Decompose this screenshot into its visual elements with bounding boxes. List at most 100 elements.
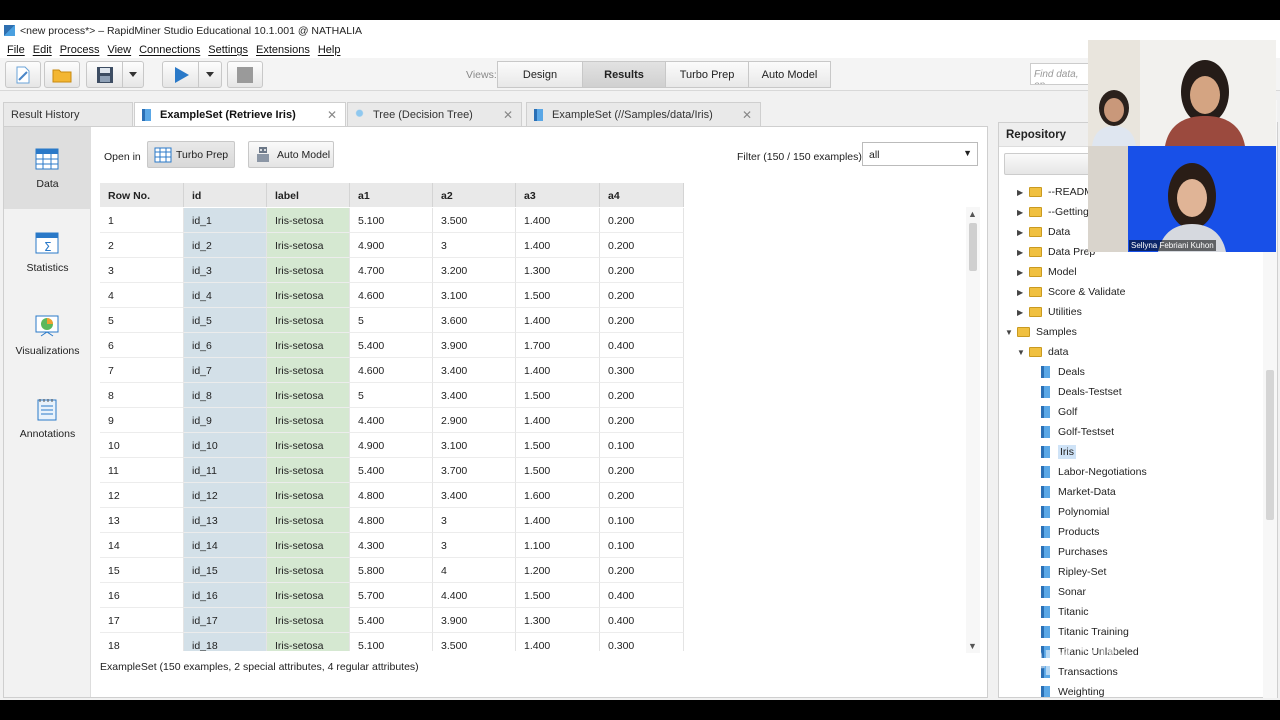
table-cell: id_3 xyxy=(184,258,267,283)
nav-annotations[interactable]: Annotations xyxy=(4,377,91,459)
table-row[interactable]: 6 id_6 Iris-setosa 5.400 3.900 1.700 0.400 xyxy=(100,333,684,358)
repo-folder[interactable]: ▼ Samples xyxy=(1005,323,1077,341)
repo-dataset[interactable]: Iris xyxy=(1041,443,1076,461)
repo-dataset[interactable]: Polynomial xyxy=(1041,503,1109,521)
save-button[interactable] xyxy=(86,61,122,88)
tab-exampleset-retrieve-iris[interactable]: ExampleSet (Retrieve Iris) ✕ xyxy=(134,102,346,127)
run-dropdown-button[interactable] xyxy=(198,61,222,88)
table-row[interactable]: 16 id_16 Iris-setosa 5.700 4.400 1.500 0.400 xyxy=(100,583,684,608)
table-row[interactable]: 5 id_5 Iris-setosa 5 3.600 1.400 0.200 xyxy=(100,308,684,333)
collapsed-arrow-icon[interactable]: ▶ xyxy=(1017,308,1029,317)
folder-icon xyxy=(1029,227,1042,237)
table-row[interactable]: 1 id_1 Iris-setosa 5.100 3.500 1.400 0.200 xyxy=(100,208,684,233)
menu-settings[interactable]: Settings xyxy=(204,44,252,56)
tab-exampleset-samples-iris[interactable]: ExampleSet (//Samples/data/Iris) ✕ xyxy=(526,102,761,127)
data-table[interactable]: Row No. id label a1 a2 a3 a4 1 id_1 Iris-setosa 5.… xyxy=(100,183,684,651)
menu-help[interactable]: Help xyxy=(314,44,345,56)
filter-select[interactable]: all ▼ xyxy=(862,142,978,166)
collapsed-arrow-icon[interactable]: ▶ xyxy=(1017,248,1029,257)
repo-dataset[interactable]: Purchases xyxy=(1041,543,1108,561)
collapsed-arrow-icon[interactable]: ▶ xyxy=(1017,208,1029,217)
close-icon[interactable]: ✕ xyxy=(327,108,337,122)
menu-edit[interactable]: Edit xyxy=(29,44,56,56)
view-auto-model-button[interactable]: Auto Model xyxy=(748,61,831,88)
tab-result-history[interactable]: Result History xyxy=(3,102,133,127)
repo-dataset[interactable]: Market-Data xyxy=(1041,483,1116,501)
repo-dataset[interactable]: Ripley-Set xyxy=(1041,563,1106,581)
nav-visualizations[interactable]: Visualizations xyxy=(4,294,91,376)
table-row[interactable]: 4 id_4 Iris-setosa 4.600 3.100 1.500 0.200 xyxy=(100,283,684,308)
column-header[interactable]: Row No. xyxy=(100,183,184,207)
menu-extensions[interactable]: Extensions xyxy=(252,44,314,56)
repo-dataset[interactable]: Golf-Testset xyxy=(1041,423,1114,441)
find-data-input[interactable]: Find data, op xyxy=(1030,63,1090,85)
expanded-arrow-icon[interactable]: ▼ xyxy=(1005,328,1017,337)
close-icon[interactable]: ✕ xyxy=(503,108,513,122)
repo-folder[interactable]: ▶ Model xyxy=(1017,263,1077,281)
menu-process[interactable]: Process xyxy=(56,44,104,56)
collapsed-arrow-icon[interactable]: ▶ xyxy=(1017,228,1029,237)
column-header[interactable]: label xyxy=(267,183,350,207)
column-header[interactable]: a2 xyxy=(433,183,516,207)
repo-dataset[interactable]: Golf xyxy=(1041,403,1077,421)
open-in-auto-model-button[interactable]: Auto Model xyxy=(248,141,334,168)
repo-folder[interactable]: ▶ Utilities xyxy=(1017,303,1082,321)
repo-dataset[interactable]: Products xyxy=(1041,523,1099,541)
table-row[interactable]: 17 id_17 Iris-setosa 5.400 3.900 1.300 0.400 xyxy=(100,608,684,633)
menu-connections[interactable]: Connections xyxy=(135,44,204,56)
repo-dataset[interactable]: Deals xyxy=(1041,363,1085,381)
scroll-up-icon[interactable]: ▲ xyxy=(968,209,977,219)
table-row[interactable]: 9 id_9 Iris-setosa 4.400 2.900 1.400 0.200 xyxy=(100,408,684,433)
run-process-button[interactable] xyxy=(162,61,198,88)
column-header[interactable]: a4 xyxy=(600,183,684,207)
repo-dataset[interactable]: Deals-Testset xyxy=(1041,383,1122,401)
table-row[interactable]: 7 id_7 Iris-setosa 4.600 3.400 1.400 0.300 xyxy=(100,358,684,383)
nav-data[interactable]: Data xyxy=(4,127,91,209)
table-row[interactable]: 14 id_14 Iris-setosa 4.300 3 1.100 0.100 xyxy=(100,533,684,558)
collapsed-arrow-icon[interactable]: ▶ xyxy=(1017,268,1029,277)
table-vertical-scrollbar[interactable]: ▲ ▼ xyxy=(966,207,980,653)
table-row[interactable]: 13 id_13 Iris-setosa 4.800 3 1.400 0.100 xyxy=(100,508,684,533)
open-process-button[interactable] xyxy=(44,61,80,88)
repo-folder[interactable]: ▼ data xyxy=(1017,343,1068,361)
repo-dataset[interactable]: Weighting xyxy=(1041,683,1105,697)
repo-folder[interactable]: ▶ --Getting S xyxy=(1017,203,1099,221)
table-row[interactable]: 11 id_11 Iris-setosa 5.400 3.700 1.500 0.200 xyxy=(100,458,684,483)
expanded-arrow-icon[interactable]: ▼ xyxy=(1017,348,1029,357)
tab-tree-decision-tree[interactable]: Tree (Decision Tree) ✕ xyxy=(347,102,522,127)
repo-dataset[interactable]: Titanic xyxy=(1041,603,1089,621)
column-header[interactable]: a3 xyxy=(516,183,600,207)
table-row[interactable]: 15 id_15 Iris-setosa 5.800 4 1.200 0.200 xyxy=(100,558,684,583)
new-process-button[interactable] xyxy=(5,61,41,88)
repo-dataset[interactable]: Sonar xyxy=(1041,583,1086,601)
collapsed-arrow-icon[interactable]: ▶ xyxy=(1017,188,1029,197)
close-icon[interactable]: ✕ xyxy=(742,108,752,122)
scrollbar-thumb[interactable] xyxy=(1266,370,1274,520)
table-row[interactable]: 18 id_18 Iris-setosa 5.100 3.500 1.400 0.300 xyxy=(100,633,684,651)
view-design-button[interactable]: Design xyxy=(497,61,583,88)
repo-folder[interactable]: ▶ Score & Validate xyxy=(1017,283,1125,301)
save-dropdown-button[interactable] xyxy=(122,61,144,88)
stop-process-button[interactable] xyxy=(227,61,263,88)
table-row[interactable]: 10 id_10 Iris-setosa 4.900 3.100 1.500 0.100 xyxy=(100,433,684,458)
table-row[interactable]: 12 id_12 Iris-setosa 4.800 3.400 1.600 0.200 xyxy=(100,483,684,508)
scroll-down-icon[interactable]: ▼ xyxy=(968,641,977,651)
menu-view[interactable]: View xyxy=(103,44,135,56)
nav-statistics[interactable]: Σ Statistics xyxy=(4,211,91,293)
menu-file[interactable]: File xyxy=(3,44,29,56)
table-row[interactable]: 3 id_3 Iris-setosa 4.700 3.200 1.300 0.200 xyxy=(100,258,684,283)
table-row[interactable]: 2 id_2 Iris-setosa 4.900 3 1.400 0.200 xyxy=(100,233,684,258)
column-header[interactable]: a1 xyxy=(350,183,433,207)
repo-folder[interactable]: ▶ Data Prep xyxy=(1017,243,1095,261)
repo-folder[interactable]: ▶ Data xyxy=(1017,223,1070,241)
repo-folder[interactable]: ▶ --READM xyxy=(1017,183,1093,201)
open-in-turbo-prep-button[interactable]: Turbo Prep xyxy=(147,141,235,168)
repo-dataset[interactable]: Labor-Negotiations xyxy=(1041,463,1147,481)
view-turbo-prep-button[interactable]: Turbo Prep xyxy=(665,61,749,88)
column-header[interactable]: id xyxy=(184,183,267,207)
scrollbar-thumb[interactable] xyxy=(969,223,977,271)
view-results-button[interactable]: Results xyxy=(582,61,666,88)
collapsed-arrow-icon[interactable]: ▶ xyxy=(1017,288,1029,297)
filter-value: all xyxy=(869,149,880,161)
table-row[interactable]: 8 id_8 Iris-setosa 5 3.400 1.500 0.200 xyxy=(100,383,684,408)
